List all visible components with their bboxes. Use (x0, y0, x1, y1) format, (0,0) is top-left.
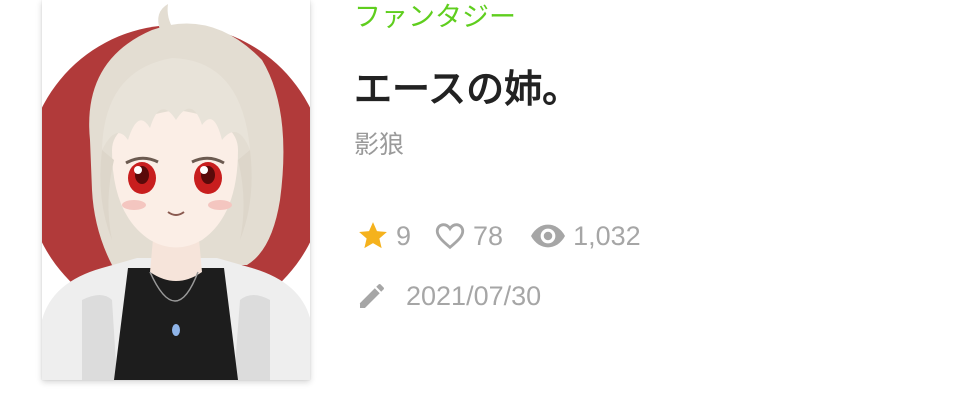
stars-count: 9 (396, 220, 412, 251)
likes-count: 78 (473, 220, 504, 251)
cover-illustration (42, 0, 310, 380)
stars-stat: 9 (356, 219, 411, 253)
star-icon (356, 219, 390, 253)
eye-icon (529, 219, 567, 253)
views-stat: 1,032 (529, 219, 641, 253)
cover-image[interactable] (42, 0, 310, 380)
updated-row: 2021/07/30 (356, 278, 541, 314)
work-card[interactable]: ファンタジー エースの姉。 影狼 9 78 1,032 2021/07/30 (0, 0, 960, 402)
stats-row: 9 78 1,032 (356, 218, 641, 254)
views-count: 1,032 (573, 220, 641, 251)
pencil-icon (356, 280, 388, 312)
author-name[interactable]: 影狼 (354, 129, 404, 161)
heart-outline-icon (433, 219, 467, 253)
genre-label[interactable]: ファンタジー (354, 1, 516, 35)
work-title[interactable]: エースの姉。 (354, 66, 580, 112)
likes-stat: 78 (433, 219, 503, 253)
updated-date: 2021/07/30 (406, 280, 542, 311)
